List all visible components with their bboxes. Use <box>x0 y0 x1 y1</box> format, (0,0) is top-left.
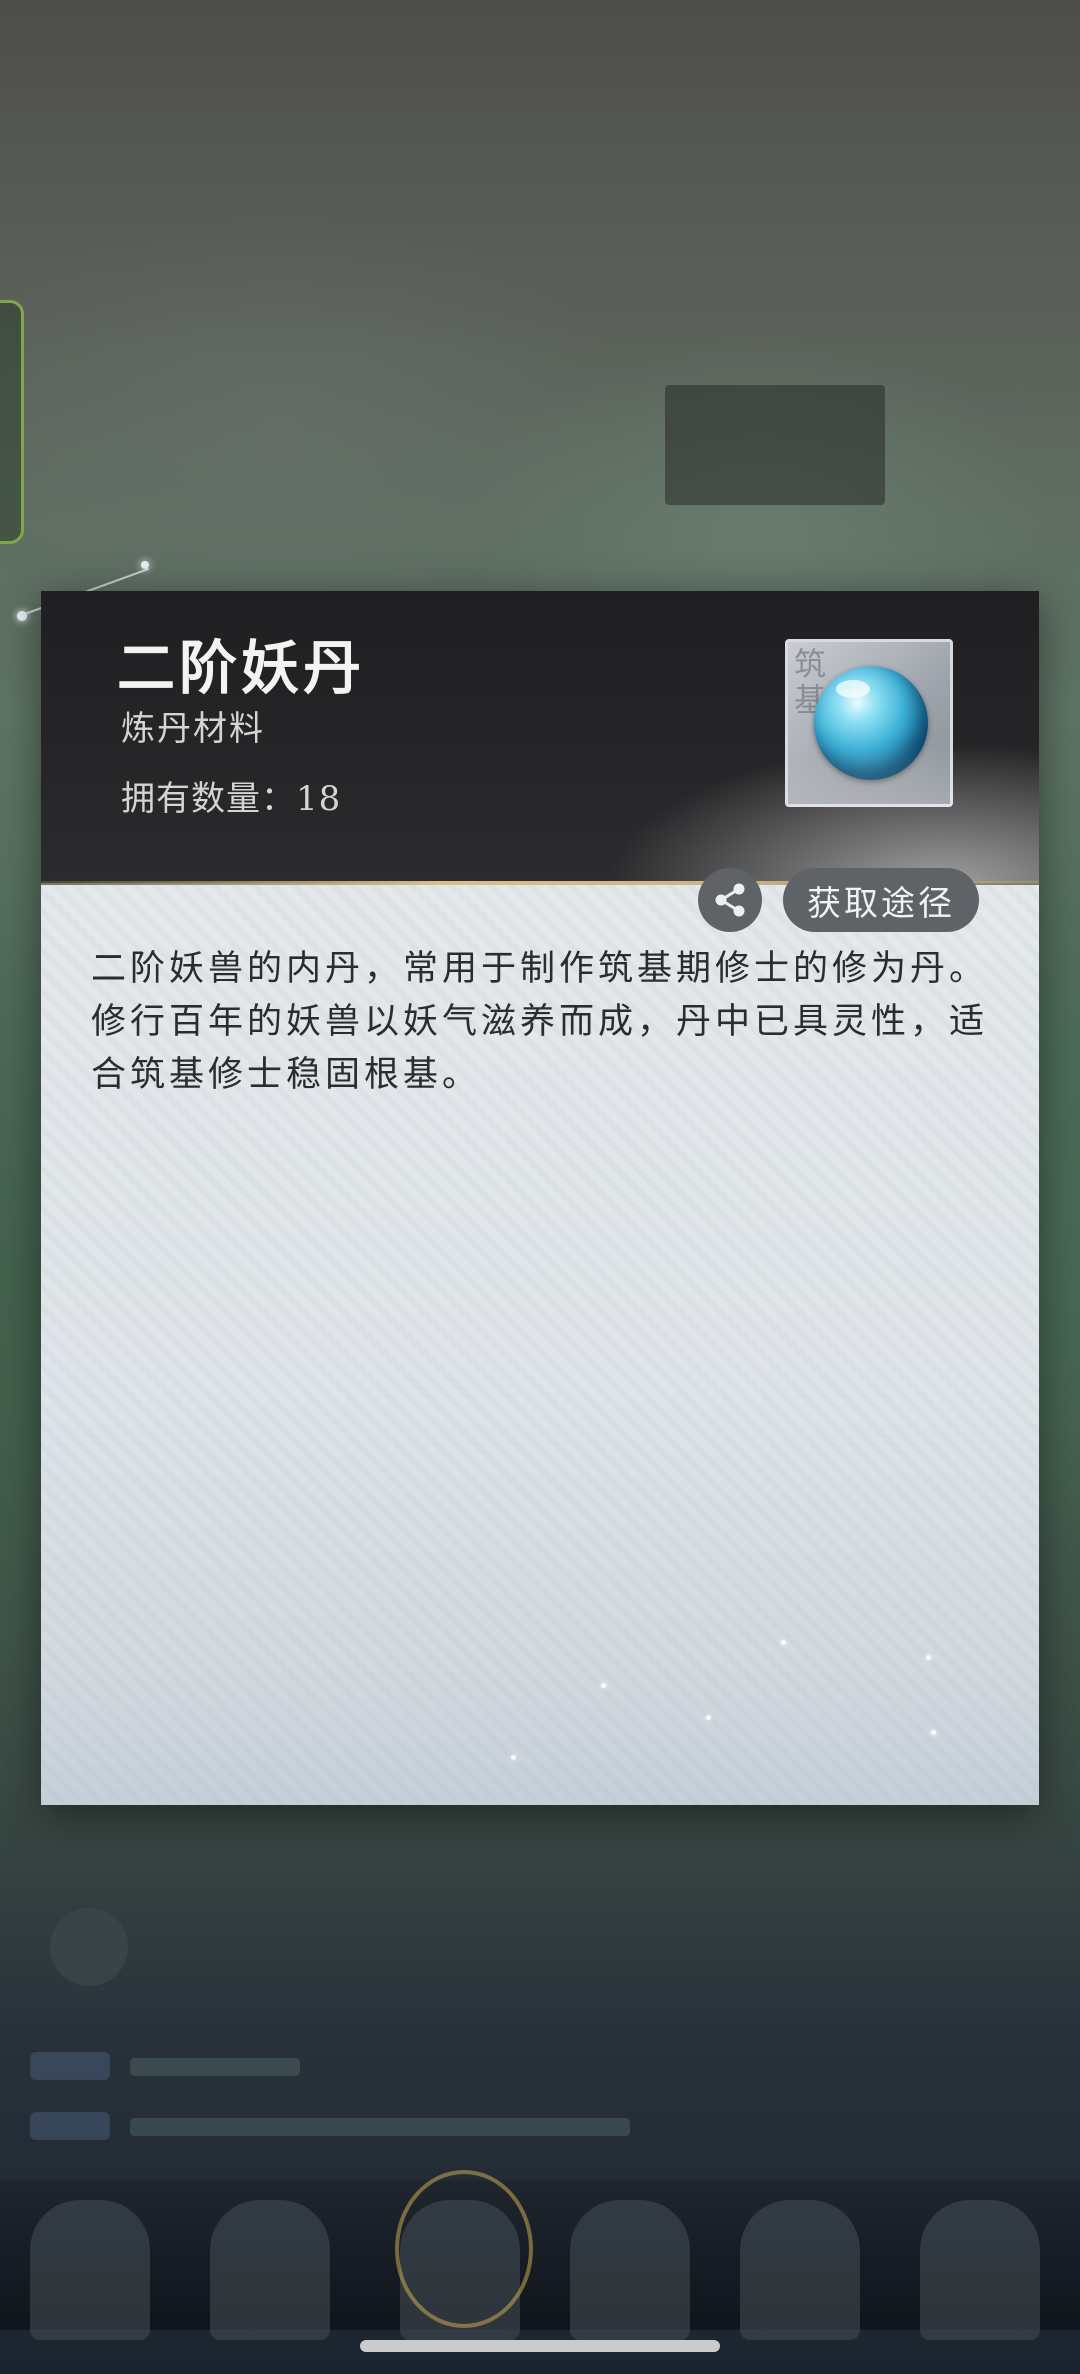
background-chat-tag <box>30 2052 110 2080</box>
background-nav-figure <box>30 2200 150 2340</box>
acquire-route-button[interactable]: 获取途径 <box>783 868 979 932</box>
item-detail-card: 二阶妖丹 炼丹材料 拥有数量：18 筑基 获取途径 二阶妖兽的内丹，常用于制作筑… <box>41 591 1039 1805</box>
background-nav-figure <box>210 2200 330 2340</box>
background-side-tab <box>0 300 24 544</box>
sparkle <box>511 1755 516 1760</box>
sparkle <box>781 1640 786 1645</box>
share-icon <box>715 883 745 917</box>
background-nav-highlight <box>395 2170 533 2328</box>
item-header: 二阶妖丹 炼丹材料 拥有数量：18 筑基 <box>41 591 1039 883</box>
item-count: 拥有数量：18 <box>121 779 342 819</box>
item-icon-frame: 筑基 <box>785 639 953 807</box>
background-round-button <box>50 1908 128 1986</box>
background-building <box>665 385 885 505</box>
sparkle <box>706 1715 711 1720</box>
background-nav-figure <box>740 2200 860 2340</box>
sparkle <box>601 1683 606 1688</box>
background-nav-figure <box>570 2200 690 2340</box>
share-button[interactable] <box>698 868 762 932</box>
blue-pill-orb-icon <box>814 666 928 780</box>
item-category: 炼丹材料 <box>121 709 265 749</box>
background-chat-text <box>130 2058 300 2076</box>
sparkle <box>926 1655 931 1660</box>
background-bottom-nav <box>0 2180 1080 2330</box>
background-nav-figure <box>920 2200 1040 2340</box>
home-indicator[interactable] <box>360 2340 720 2352</box>
background-chat-text <box>130 2118 630 2136</box>
sparkle <box>931 1730 936 1735</box>
item-name: 二阶妖丹 <box>117 634 366 702</box>
background-chat-tag <box>30 2112 110 2140</box>
item-description: 二阶妖兽的内丹，常用于制作筑基期修士的修为丹。修行百年的妖兽以妖气滋养而成，丹中… <box>91 949 989 1095</box>
